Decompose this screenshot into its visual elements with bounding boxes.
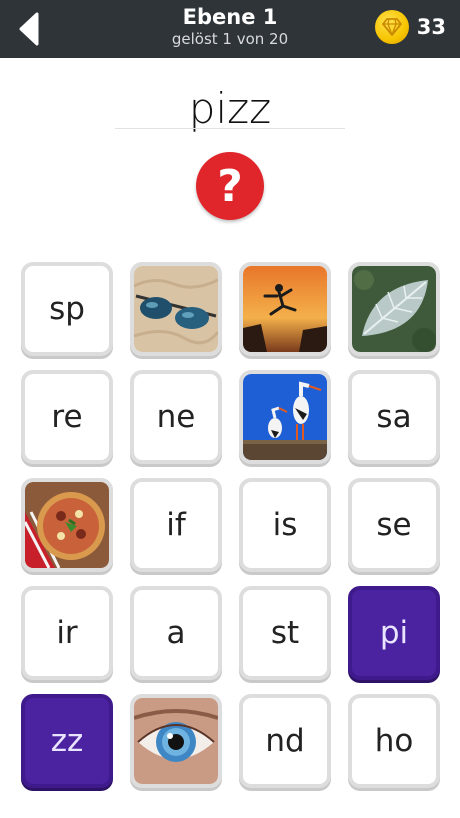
- tile-text[interactable]: if: [130, 478, 222, 572]
- tile-image-pizza[interactable]: [21, 478, 113, 572]
- tile-label: ir: [56, 615, 78, 651]
- tile-label: st: [270, 615, 300, 651]
- tile-label: ho: [374, 723, 414, 759]
- tile-text[interactable]: ho: [348, 694, 440, 788]
- tile-text[interactable]: ir: [21, 586, 113, 680]
- tile-text[interactable]: se: [348, 478, 440, 572]
- tile-label: a: [166, 615, 186, 651]
- tile-label: ne: [156, 399, 196, 435]
- answer-underline: [115, 128, 345, 129]
- question-mark-icon: ?: [217, 160, 243, 212]
- tile-text[interactable]: nd: [239, 694, 331, 788]
- tile-label: se: [376, 507, 412, 543]
- tile-label: pi: [379, 615, 409, 651]
- tile-label: nd: [265, 723, 305, 759]
- tile-text[interactable]: sp: [21, 262, 113, 356]
- tile-text[interactable]: ne: [130, 370, 222, 464]
- coin-count: 33: [416, 15, 446, 39]
- answer-word: pizz: [188, 84, 272, 133]
- tile-text[interactable]: st: [239, 586, 331, 680]
- tile-label: sa: [376, 399, 412, 435]
- frosted-leaf-icon: [352, 266, 436, 352]
- tile-image-eye[interactable]: [130, 694, 222, 788]
- tile-label: zz: [50, 723, 84, 759]
- top-bar: Ebene 1 gelöst 1 von 20 33: [0, 0, 460, 58]
- eye-icon: [134, 698, 218, 784]
- jump-sunset-icon: [243, 266, 327, 352]
- tile-image-jump[interactable]: [239, 262, 331, 356]
- sunglasses-on-sand-icon: [134, 266, 218, 352]
- tile-label: re: [51, 399, 83, 435]
- tile-image-leaf[interactable]: [348, 262, 440, 356]
- pizza-icon: [25, 482, 109, 568]
- coin-counter[interactable]: 33: [374, 10, 446, 44]
- diamond-coin-icon: [374, 10, 409, 44]
- storks-icon: [243, 374, 327, 460]
- tile-label: sp: [49, 291, 85, 327]
- tile-text-selected[interactable]: pi: [348, 586, 440, 680]
- tile-text[interactable]: sa: [348, 370, 440, 464]
- hint-button[interactable]: ?: [196, 152, 264, 220]
- tile-label: is: [272, 507, 298, 543]
- tile-image-sunglasses[interactable]: [130, 262, 222, 356]
- tile-text[interactable]: a: [130, 586, 222, 680]
- tile-text-selected[interactable]: zz: [21, 694, 113, 788]
- tile-image-storks[interactable]: [239, 370, 331, 464]
- tile-text[interactable]: re: [21, 370, 113, 464]
- tile-text[interactable]: is: [239, 478, 331, 572]
- tile-label: if: [166, 507, 186, 543]
